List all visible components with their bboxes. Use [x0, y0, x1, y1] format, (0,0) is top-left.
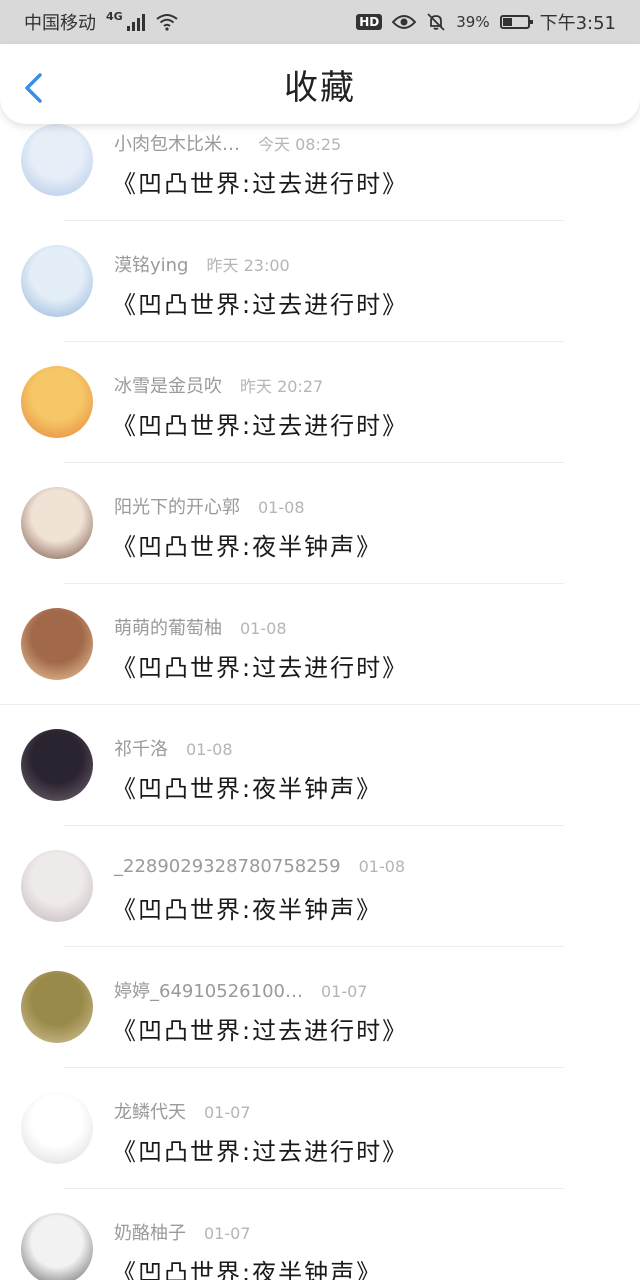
avatar[interactable]	[21, 729, 93, 801]
timestamp: 01-07	[204, 1224, 251, 1243]
item-meta: _2289029328780758259 01-08	[114, 856, 405, 877]
username[interactable]: 祁千洛	[114, 735, 168, 761]
clock: 下午3:51	[539, 13, 616, 34]
wifi-icon	[156, 14, 178, 31]
list-item[interactable]: 冰雪是金员吹 昨天 20:27 《凹凸世界:过去进行时》	[0, 342, 640, 463]
avatar[interactable]	[21, 850, 93, 922]
battery-fill	[502, 18, 512, 26]
status-right: HD 39% 下午3:51	[356, 9, 616, 35]
favorites-list[interactable]: 小肉包木比米… 今天 08:25 《凹凸世界:过去进行时》 漠铭ying 昨天 23:0…	[0, 124, 640, 1280]
avatar[interactable]	[21, 608, 93, 680]
story-title[interactable]: 《凹凸世界:过去进行时》	[112, 406, 408, 441]
eye-icon	[392, 15, 417, 29]
username[interactable]: 龙鳞代天	[114, 1098, 186, 1124]
status-bar: 中国移动 4G HD 39% 下午3:51	[0, 0, 640, 44]
item-meta: 龙鳞代天 01-07	[114, 1098, 251, 1124]
item-meta: 小肉包木比米… 今天 08:25	[114, 130, 341, 156]
timestamp: 01-08	[258, 498, 305, 517]
username[interactable]: 冰雪是金员吹	[114, 372, 222, 398]
story-title[interactable]: 《凹凸世界:过去进行时》	[112, 1132, 408, 1167]
avatar[interactable]	[21, 366, 93, 438]
story-title[interactable]: 《凹凸世界:过去进行时》	[112, 1011, 408, 1046]
avatar[interactable]	[21, 1213, 93, 1280]
carrier-label: 中国移动	[24, 13, 96, 34]
signal-icon	[126, 13, 145, 31]
timestamp: 01-07	[320, 982, 368, 1001]
list-item[interactable]: 婷婷_64910526100… 01-07 《凹凸世界:过去进行时》	[0, 947, 640, 1068]
list-item[interactable]: 奶酪柚子 01-07 《凹凸世界:夜半钟声》	[0, 1189, 640, 1280]
list-item[interactable]: 萌萌的葡萄柚 01-08 《凹凸世界:过去进行时》	[0, 584, 640, 705]
story-title[interactable]: 《凹凸世界:过去进行时》	[112, 164, 408, 199]
avatar[interactable]	[21, 124, 93, 196]
list-item[interactable]: _2289029328780758259 01-08 《凹凸世界:夜半钟声》	[0, 826, 640, 947]
timestamp: 01-08	[186, 740, 233, 759]
timestamp: 今天 08:25	[258, 135, 342, 154]
list-item[interactable]: 祁千洛 01-08 《凹凸世界:夜半钟声》	[0, 705, 640, 826]
list-item[interactable]: 小肉包木比米… 今天 08:25 《凹凸世界:过去进行时》	[0, 124, 640, 221]
timestamp: 01-08	[358, 857, 406, 876]
username[interactable]: 阳光下的开心郭	[114, 493, 240, 519]
avatar[interactable]	[21, 1092, 93, 1164]
back-arrow-icon[interactable]	[22, 72, 46, 104]
username[interactable]: 奶酪柚子	[114, 1219, 186, 1245]
item-meta: 漠铭ying 昨天 23:00	[114, 251, 290, 277]
battery-percent: 39%	[456, 13, 490, 31]
page-title: 收藏	[284, 67, 356, 108]
story-title[interactable]: 《凹凸世界:夜半钟声》	[112, 1253, 382, 1280]
item-meta: 阳光下的开心郭 01-08	[114, 493, 305, 519]
list-item[interactable]: 龙鳞代天 01-07 《凹凸世界:过去进行时》	[0, 1068, 640, 1189]
mute-bell-icon	[427, 13, 445, 31]
item-meta: 冰雪是金员吹 昨天 20:27	[114, 372, 323, 398]
timestamp: 01-08	[240, 619, 287, 638]
item-meta: 婷婷_64910526100… 01-07	[114, 977, 367, 1003]
item-meta: 祁千洛 01-08	[114, 735, 233, 761]
network-type-label: 4G	[106, 9, 123, 23]
story-title[interactable]: 《凹凸世界:夜半钟声》	[112, 769, 382, 804]
username[interactable]: _2289029328780758259	[114, 856, 341, 877]
timestamp: 昨天 23:00	[206, 256, 290, 275]
username[interactable]: 小肉包木比米…	[114, 130, 240, 156]
battery-icon	[499, 15, 533, 29]
timestamp: 昨天 20:27	[240, 377, 324, 396]
nav-bar: 收藏	[0, 44, 640, 124]
avatar[interactable]	[21, 487, 93, 559]
list-item[interactable]: 漠铭ying 昨天 23:00 《凹凸世界:过去进行时》	[0, 221, 640, 342]
favorites-list-content: 小肉包木比米… 今天 08:25 《凹凸世界:过去进行时》 漠铭ying 昨天 23:0…	[0, 124, 640, 1280]
item-meta: 萌萌的葡萄柚 01-08	[114, 614, 287, 640]
list-item[interactable]: 阳光下的开心郭 01-08 《凹凸世界:夜半钟声》	[0, 463, 640, 584]
item-meta: 奶酪柚子 01-07	[114, 1219, 251, 1245]
story-title[interactable]: 《凹凸世界:夜半钟声》	[112, 527, 382, 562]
username[interactable]: 漠铭ying	[114, 251, 189, 277]
story-title[interactable]: 《凹凸世界:过去进行时》	[112, 285, 408, 320]
timestamp: 01-07	[204, 1103, 251, 1122]
status-left: 中国移动 4G	[24, 9, 179, 35]
story-title[interactable]: 《凹凸世界:过去进行时》	[112, 648, 408, 683]
story-title[interactable]: 《凹凸世界:夜半钟声》	[112, 890, 382, 925]
avatar[interactable]	[21, 245, 93, 317]
hd-icon: HD	[356, 14, 383, 30]
avatar[interactable]	[21, 971, 93, 1043]
username[interactable]: 萌萌的葡萄柚	[114, 614, 222, 640]
username[interactable]: 婷婷_64910526100…	[114, 977, 303, 1003]
